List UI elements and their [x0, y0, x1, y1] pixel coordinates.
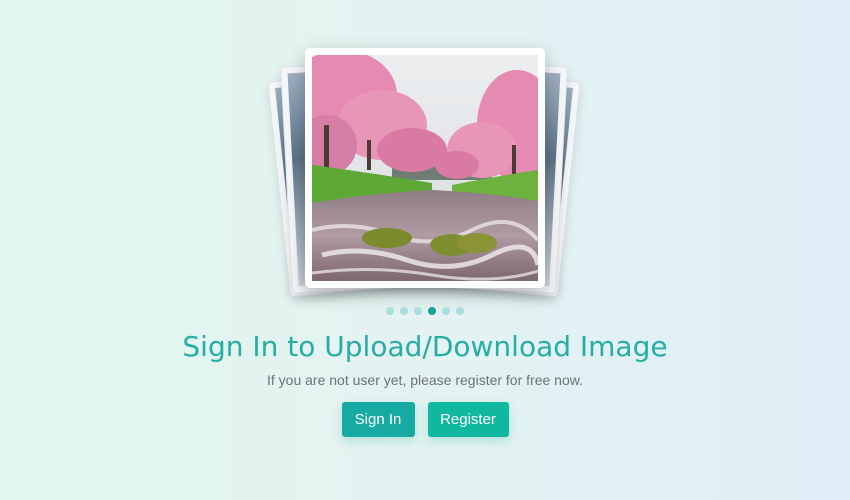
carousel-dot[interactable]: [442, 307, 450, 315]
carousel-dot[interactable]: [400, 307, 408, 315]
featured-image-card[interactable]: [305, 48, 545, 288]
register-button[interactable]: Register: [427, 402, 509, 437]
page-subtitle: If you are not user yet, please register…: [267, 372, 583, 388]
carousel-dot[interactable]: [456, 307, 464, 315]
auth-actions: Sign In Register: [0, 402, 850, 437]
carousel-dot[interactable]: [414, 307, 422, 315]
image-stack: [267, 40, 581, 300]
carousel-dot[interactable]: [386, 307, 394, 315]
page: Sign In to Upload/Download Image If you …: [0, 0, 850, 500]
cherry-blossom-photo: [312, 55, 538, 281]
carousel-indicators: [0, 307, 850, 315]
page-title: Sign In to Upload/Download Image: [182, 330, 668, 363]
sign-in-button[interactable]: Sign In: [341, 402, 415, 437]
carousel-dot-active[interactable]: [428, 307, 436, 315]
